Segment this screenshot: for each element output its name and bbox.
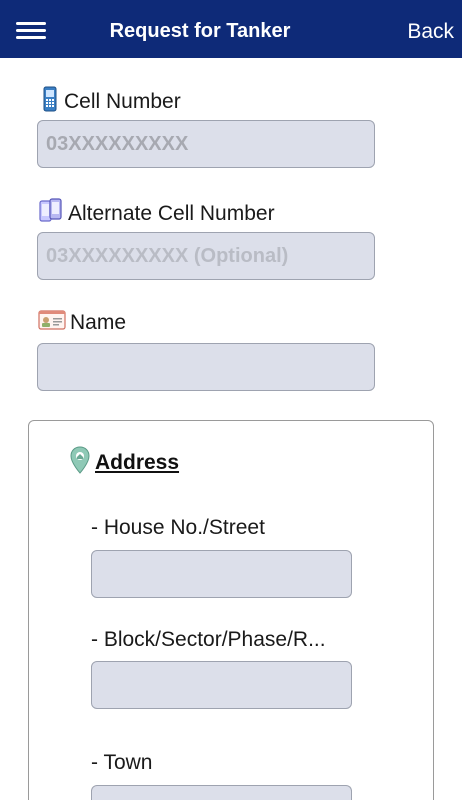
back-button[interactable]: Back: [407, 20, 454, 44]
alt-cell-number-label-row: Alternate Cell Number: [38, 197, 275, 231]
map-pin-icon: [70, 446, 90, 479]
house-street-label: - House No./Street: [91, 516, 265, 539]
app-header: Request for Tanker Back: [0, 0, 462, 58]
two-phones-icon: [38, 197, 64, 231]
cell-number-label: Cell Number: [64, 90, 181, 113]
house-street-input[interactable]: [91, 550, 352, 598]
mobile-phone-icon: [40, 86, 60, 118]
name-input[interactable]: [37, 343, 375, 391]
block-sector-label: - Block/Sector/Phase/R...: [91, 628, 326, 651]
alt-cell-number-label: Alternate Cell Number: [68, 202, 275, 225]
address-heading-text: Address: [95, 450, 180, 474]
cell-number-input[interactable]: [37, 120, 375, 168]
page-title: Request for Tanker: [109, 20, 291, 42]
cell-number-label-row: Cell Number: [40, 86, 181, 118]
id-card-icon: [38, 309, 66, 337]
block-sector-input[interactable]: [91, 661, 352, 709]
town-label: - Town: [91, 751, 153, 774]
address-heading: Address: [70, 446, 179, 479]
town-input[interactable]: [91, 785, 352, 800]
name-label: Name: [70, 311, 127, 334]
alt-cell-number-input[interactable]: [37, 232, 375, 280]
name-label-row: Name: [38, 309, 126, 337]
